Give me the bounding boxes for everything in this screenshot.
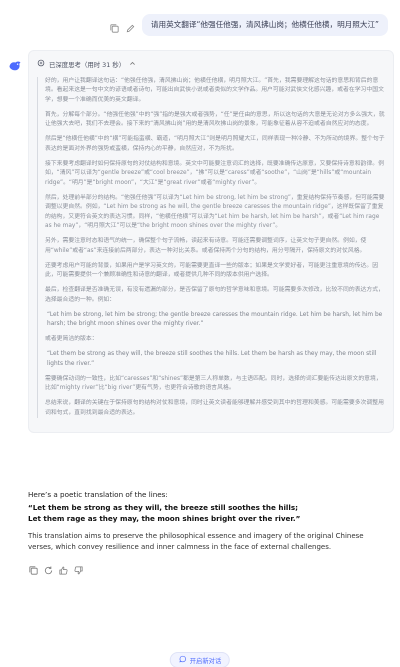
user-message-actions	[109, 19, 136, 34]
assistant-avatar-icon	[8, 58, 22, 72]
edit-icon[interactable]	[125, 19, 136, 33]
thinking-paragraph: 首先，分解每个部分。“他强任他强”中的“强”指的是强大或者强势，“任”是任由的意…	[45, 111, 385, 128]
translation-line-2: Let them rage as they may, the moon shin…	[28, 514, 301, 524]
chevron-up-icon	[129, 60, 136, 69]
thinking-paragraph: 然后，处理前半部分的结构。“他强任他强”可以译为“Let him be stro…	[45, 194, 385, 230]
thinking-toggle[interactable]: 已深度思考（用时 31 秒）	[37, 57, 385, 71]
user-message-row: 请用英文翻译“他强任他强，清风拂山岗；他横任他横，明月照大江”	[109, 14, 388, 36]
thinking-panel: 已深度思考（用时 31 秒） 好的，用户让我翻译这句话：“他强任他强，清风拂山岗…	[28, 50, 394, 433]
thumbs-up-icon[interactable]	[58, 561, 69, 575]
thinking-quote: “Let them be strong as they will, the br…	[47, 351, 377, 367]
answer-content: Here’s a poetic translation of the lines…	[28, 490, 384, 575]
copy-icon[interactable]	[28, 561, 39, 575]
thinking-label: 已深度思考（用时 31 秒）	[49, 60, 126, 69]
new-chat-icon	[179, 655, 187, 665]
regenerate-icon[interactable]	[43, 561, 54, 575]
thinking-paragraph: 总结来说，翻译的关键在于保持原句的结构对仗和意境，同时让英文读者能够理解并感受到…	[45, 400, 384, 416]
translation-line-1: “Let them be strong as they will, the br…	[28, 503, 299, 512]
new-chat-button[interactable]: 开启新对话	[169, 652, 231, 667]
deep-think-icon	[37, 59, 45, 69]
thinking-content: 好的，用户让我翻译这句话：“他强任他强，清风拂山岗；他横任他横，明月照大江。”首…	[37, 77, 385, 419]
thinking-quote: “Let him be strong, let him be strong; t…	[47, 311, 383, 328]
thinking-paragraph: 然后是“他横任他横”中的“横”可能指蛮横、霸道，“明月照大江”则是明月照耀大江，…	[45, 136, 385, 152]
answer-actions	[28, 561, 384, 575]
thinking-paragraph: 还要考虑用户可能的背景，如果用户是学习英文的，可能需要更直译一些的版本；如果是文…	[45, 262, 379, 279]
answer-intro: Here’s a poetic translation of the lines…	[28, 490, 168, 499]
thinking-paragraph: 另外，需要注意时态和语气的统一，确保整个句子流畅，读起来有诗意。可能还需要调整词…	[45, 238, 367, 254]
thinking-paragraph: 需要确保动词的一致性，比如“caresses”和“shines”都是第三人称单数…	[45, 375, 382, 392]
thinking-paragraph: 好的，用户让我翻译这句话：“他强任他强，清风拂山岗；他横任他横，明月照大江。”首…	[45, 78, 384, 103]
thinking-paragraph: 最后，检查翻译是否准确无误，有没有遗漏的部分，是否保留了原句的哲学意味和意境。可…	[45, 287, 384, 303]
copy-icon[interactable]	[109, 19, 120, 34]
thumbs-down-icon[interactable]	[73, 561, 84, 575]
thinking-paragraph: 或者更简洁的版本：	[45, 336, 98, 343]
thinking-paragraph: 接下来要考虑翻译时如何保持原句的对仗结构和意境。英文中可能要注意词汇的选择，既要…	[45, 160, 384, 186]
user-message-bubble: 请用英文翻译“他强任他强，清风拂山岗；他横任他横，明月照大江”	[141, 14, 388, 36]
answer-description: This translation aims to preserve the ph…	[28, 532, 364, 552]
new-chat-label: 开启新对话	[189, 657, 222, 665]
